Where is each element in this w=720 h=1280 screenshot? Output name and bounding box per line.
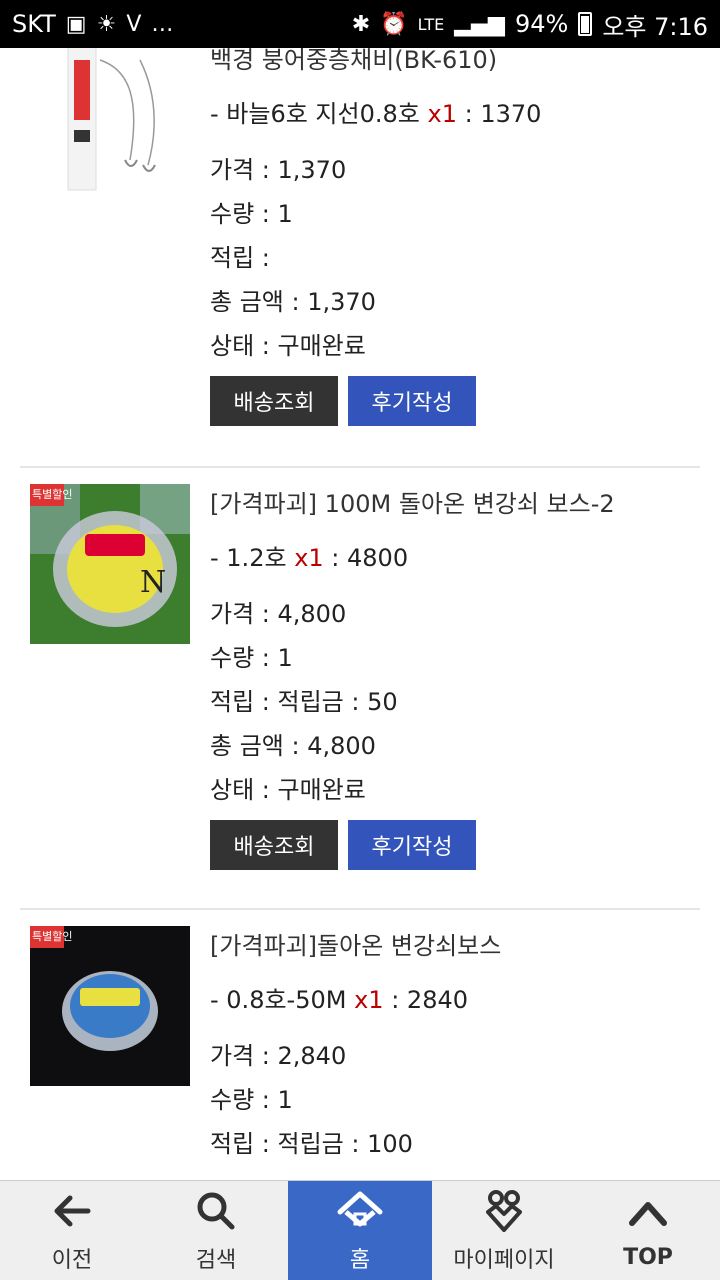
nav-home[interactable]: 홈	[288, 1181, 432, 1280]
fishing-line-spool-icon	[30, 926, 190, 1086]
battery-icon	[578, 12, 593, 36]
more-notifications-icon: …	[151, 11, 174, 37]
battery-percent: 94%	[514, 10, 569, 38]
track-shipping-button[interactable]: 배송조회	[210, 820, 338, 870]
nav-label: 마이페이지	[453, 1247, 555, 1273]
status-row: 상태 : 구매완료	[210, 332, 366, 360]
back-arrow-icon	[54, 1195, 91, 1226]
people-heart-icon	[486, 1189, 522, 1232]
product-title[interactable]: [가격파괴] 100M 돌아온 변강쇠 보스-2	[210, 484, 690, 524]
carrier-label: SKT	[12, 10, 56, 38]
alarm-icon: ⏰	[380, 11, 408, 37]
option-line: - 0.8호-50M x1 : 2840	[210, 976, 690, 1024]
quantity-row: 수량 : 1	[210, 200, 293, 228]
product-thumbnail[interactable]: 특별할인	[30, 926, 190, 1086]
product-thumbnail[interactable]	[30, 48, 190, 200]
bluetooth-icon: ✱	[351, 11, 371, 37]
option-qty: x1	[294, 544, 324, 572]
option-name: - 바늘6호 지선0.8호	[210, 100, 420, 128]
order-item: N 특별할인 [가격파괴] 100M 돌아온 변강쇠 보스-2 - 1.2호 x…	[20, 484, 700, 904]
fishing-line-spool-icon: N	[30, 484, 190, 644]
discount-badge: 특별할인	[32, 488, 73, 501]
option-name: - 1.2호	[210, 544, 287, 572]
bottom-navigation: 이전 검색 홈 마이페이지 TOP	[0, 1180, 720, 1280]
option-price: : 2840	[383, 986, 468, 1014]
option-price: : 4800	[323, 544, 409, 572]
order-list[interactable]: 백경 붕어중층채비(BK-610) - 바늘6호 지선0.8호 x1 : 137…	[0, 48, 720, 1180]
nav-back[interactable]: 이전	[0, 1181, 144, 1280]
status-bar: SKT ▣ ☀ V … ✱ ⏰ LTE ▂▄▆ 94% 오후 7:16	[0, 0, 720, 48]
search-icon	[197, 1192, 235, 1229]
price-row: 가격 : 1,370	[210, 156, 347, 184]
quantity-row: 수량 : 1	[210, 644, 293, 672]
product-thumbnail[interactable]: N 특별할인	[30, 484, 190, 644]
write-review-button[interactable]: 후기작성	[348, 820, 476, 870]
nav-mypage[interactable]: 마이페이지	[432, 1181, 576, 1280]
option-price: : 1370	[456, 100, 542, 128]
quantity-row: 수량 : 1	[210, 1086, 293, 1114]
write-review-button[interactable]: 후기작성	[348, 376, 476, 426]
discount-badge: 특별할인	[32, 930, 73, 943]
nav-top[interactable]: TOP	[576, 1181, 720, 1280]
option-qty: x1	[427, 100, 457, 128]
hook-rig-icon	[67, 48, 156, 191]
v-app-icon: V	[126, 11, 142, 37]
svg-text:N: N	[140, 565, 166, 600]
nav-label: 검색	[195, 1247, 237, 1273]
total-row: 총 금액 : 1,370	[210, 288, 376, 316]
network-label: LTE	[417, 14, 445, 34]
price-row: 가격 : 4,800	[210, 600, 347, 628]
nav-search[interactable]: 검색	[144, 1181, 288, 1280]
nav-label: 홈	[349, 1247, 371, 1273]
track-shipping-button[interactable]: 배송조회	[210, 376, 338, 426]
divider	[20, 908, 700, 910]
nav-label: TOP	[623, 1245, 673, 1270]
order-item: 백경 붕어중층채비(BK-610) - 바늘6호 지선0.8호 x1 : 137…	[20, 48, 700, 460]
chevron-up-icon	[629, 1202, 667, 1226]
order-item: 특별할인 [가격파괴]돌아온 변강쇠보스 - 0.8호-50M x1 : 284…	[20, 926, 700, 1180]
clock: 오후 7:16	[602, 12, 708, 41]
option-line: - 바늘6호 지선0.8호 x1 : 1370	[210, 90, 690, 138]
total-row: 총 금액 : 4,800	[210, 732, 376, 760]
option-qty: x1	[354, 986, 384, 1014]
points-row: 적립 :	[210, 244, 270, 272]
product-title[interactable]: 백경 붕어중층채비(BK-610)	[210, 48, 690, 80]
option-name: - 0.8호-50M	[210, 986, 347, 1014]
points-row: 적립 : 적립금 : 100	[210, 1130, 413, 1158]
divider	[20, 466, 700, 468]
gallery-icon: ▣	[65, 11, 87, 37]
option-line: - 1.2호 x1 : 4800	[210, 534, 690, 582]
nav-label: 이전	[51, 1247, 93, 1273]
price-row: 가격 : 2,840	[210, 1042, 347, 1070]
weather-icon: ☀	[96, 11, 117, 37]
status-row: 상태 : 구매완료	[210, 776, 366, 804]
points-row: 적립 : 적립금 : 50	[210, 688, 398, 716]
product-title[interactable]: [가격파괴]돌아온 변강쇠보스	[210, 926, 690, 966]
signal-icon: ▂▄▆	[454, 11, 505, 37]
home-icon	[337, 1191, 383, 1226]
